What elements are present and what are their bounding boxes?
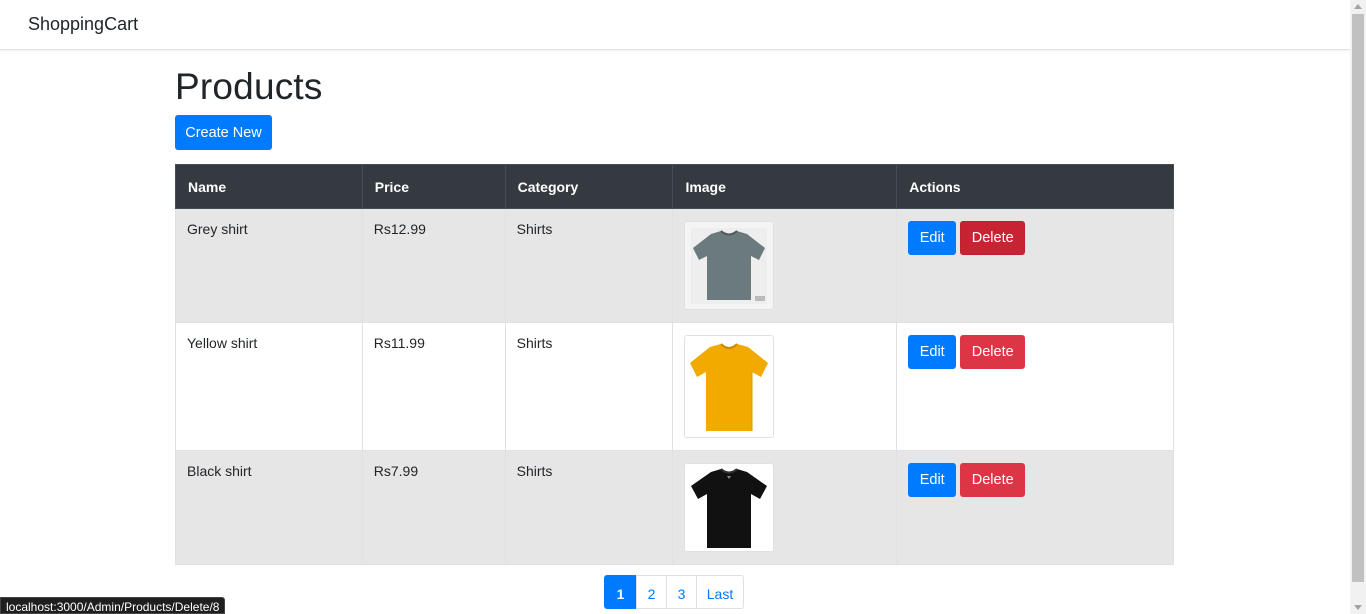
edit-button[interactable]: Edit xyxy=(908,221,957,255)
product-category: Shirts xyxy=(504,208,674,323)
navbar: ShoppingCart xyxy=(0,0,1350,50)
table-row: Black shirt Rs7.99 Shirts Edit Delete xyxy=(175,450,1174,565)
product-price: Rs7.99 xyxy=(361,450,506,565)
edit-button[interactable]: Edit xyxy=(908,463,957,497)
delete-button[interactable]: Delete xyxy=(960,335,1026,369)
product-name: Grey shirt xyxy=(175,208,363,323)
product-category: Shirts xyxy=(504,322,674,451)
page-link-1[interactable]: 1 xyxy=(604,575,637,609)
product-image-cell xyxy=(672,208,898,323)
product-thumbnail xyxy=(684,335,775,438)
table-header-row: Name Price Category Image Actions xyxy=(175,164,1174,209)
vertical-scrollbar[interactable] xyxy=(1350,0,1366,614)
table-row: Grey shirt Rs12.99 Shirts Edit Delete xyxy=(175,208,1174,323)
delete-button[interactable]: Delete xyxy=(960,221,1026,255)
column-header-price: Price xyxy=(361,164,506,209)
product-actions: Edit Delete xyxy=(896,450,1174,565)
grey-tshirt-image xyxy=(691,227,768,304)
scroll-down-arrow-icon[interactable] xyxy=(1354,605,1362,610)
product-image-cell xyxy=(672,450,898,565)
product-image-cell xyxy=(672,322,898,451)
yellow-tshirt-image xyxy=(690,342,769,431)
product-actions: Edit Delete xyxy=(896,322,1174,451)
table-row: Yellow shirt Rs11.99 Shirts Edit Delete xyxy=(175,322,1174,451)
product-thumbnail xyxy=(684,221,775,310)
product-price: Rs11.99 xyxy=(361,322,506,451)
delete-button[interactable]: Delete xyxy=(960,463,1026,497)
product-thumbnail xyxy=(684,463,775,552)
page-title: Products xyxy=(175,66,323,107)
column-header-image: Image xyxy=(672,164,898,209)
product-name: Black shirt xyxy=(175,450,363,565)
pagination: 1 2 3 Last xyxy=(604,575,744,609)
page-link-2[interactable]: 2 xyxy=(636,575,667,609)
scroll-up-arrow-icon[interactable] xyxy=(1354,4,1362,9)
products-table: Name Price Category Image Actions Grey s… xyxy=(175,164,1174,565)
black-tshirt-image xyxy=(691,467,768,548)
status-bar-url: localhost:3000/Admin/Products/Delete/8 xyxy=(0,597,226,614)
brand-link[interactable]: ShoppingCart xyxy=(28,14,138,35)
page-link-3[interactable]: 3 xyxy=(666,575,697,609)
create-new-button[interactable]: Create New xyxy=(175,115,272,150)
page-link-last[interactable]: Last xyxy=(696,575,744,609)
scrollbar-thumb[interactable] xyxy=(1352,14,1364,582)
column-header-category: Category xyxy=(504,164,674,209)
column-header-name: Name xyxy=(175,164,363,209)
column-header-actions: Actions xyxy=(896,164,1174,209)
product-name: Yellow shirt xyxy=(175,322,363,451)
product-actions: Edit Delete xyxy=(896,208,1174,323)
product-category: Shirts xyxy=(504,450,674,565)
edit-button[interactable]: Edit xyxy=(908,335,957,369)
product-price: Rs12.99 xyxy=(361,208,506,323)
